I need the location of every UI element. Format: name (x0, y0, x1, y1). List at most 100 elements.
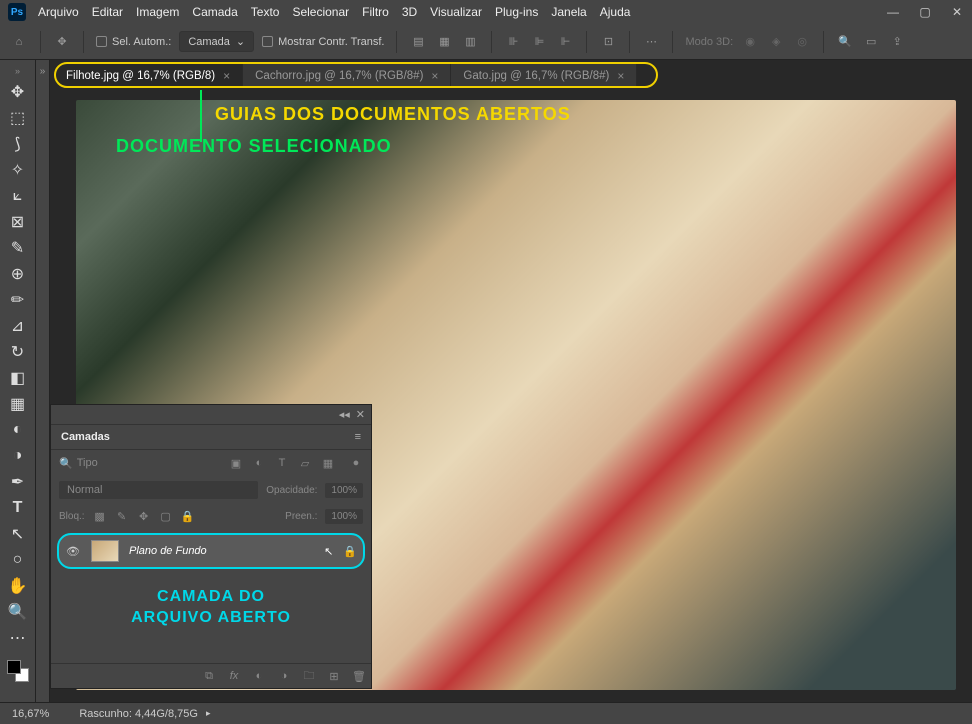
search-icon[interactable]: 🔍 (836, 33, 854, 51)
close-tab-icon[interactable]: × (431, 69, 438, 83)
filter-adjust-icon[interactable]: ◐ (252, 456, 266, 470)
move-tool-icon[interactable]: ✥ (53, 33, 71, 51)
menu-ajuda[interactable]: Ajuda (600, 5, 631, 19)
adjustment-layer-icon[interactable]: ◑ (277, 669, 291, 683)
eyedropper-tool[interactable]: ✎ (5, 236, 31, 260)
panel-menu-icon[interactable]: ≡ (345, 425, 371, 449)
layer-name[interactable]: Plano de Fundo (129, 545, 314, 557)
layer-background[interactable]: 👁 Plano de Fundo ↖ 🔒 (57, 533, 365, 569)
align-to-icon[interactable]: ⊡ (599, 33, 617, 51)
zoom-level[interactable]: 16,67% (12, 708, 49, 720)
magic-wand-tool[interactable]: ✧ (5, 158, 31, 182)
align-right-icon[interactable]: ▥ (461, 33, 479, 51)
distribute-v-icon[interactable]: ⊫ (530, 33, 548, 51)
eraser-tool[interactable]: ◧ (5, 366, 31, 390)
menu-3d[interactable]: 3D (402, 5, 417, 19)
lock-transparency-icon[interactable]: ▩ (93, 510, 107, 524)
clone-stamp-tool[interactable]: ⊿ (5, 314, 31, 338)
home-icon[interactable]: ⌂ (10, 33, 28, 51)
delete-layer-icon[interactable]: 🗑 (352, 669, 366, 683)
distribute-icon[interactable]: ⊩ (556, 33, 574, 51)
filter-shape-icon[interactable]: ▱ (298, 456, 312, 470)
group-icon[interactable]: 🗀 (302, 669, 316, 683)
close-button[interactable]: ✕ (950, 5, 964, 19)
menu-editar[interactable]: Editar (92, 5, 123, 19)
type-tool[interactable]: T (5, 496, 31, 520)
align-left-icon[interactable]: ▤ (409, 33, 427, 51)
align-center-icon[interactable]: ▦ (435, 33, 453, 51)
healing-brush-tool[interactable]: ⊕ (5, 262, 31, 286)
auto-select-checkbox[interactable]: Sel. Autom.: (96, 36, 171, 48)
menu-janela[interactable]: Janela (551, 5, 586, 19)
opacity-value[interactable]: 100% (325, 483, 363, 498)
visibility-icon[interactable]: 👁 (65, 545, 81, 558)
shape-tool[interactable]: ○ (5, 548, 31, 572)
menu-texto[interactable]: Texto (251, 5, 280, 19)
collapse-panel-icon[interactable]: ◂◂ (339, 408, 350, 421)
gradient-tool[interactable]: ▦ (5, 392, 31, 416)
tab-cachorro[interactable]: Cachorro.jpg @ 16,7% (RGB/8#) × (243, 64, 451, 88)
dodge-tool[interactable]: ◑ (5, 444, 31, 468)
lasso-tool[interactable]: ⟆ (5, 132, 31, 156)
close-tab-icon[interactable]: × (223, 69, 230, 83)
lock-all-icon[interactable]: 🔒 (181, 510, 195, 524)
menu-plugins[interactable]: Plug-ins (495, 5, 538, 19)
filter-type-icon[interactable]: T (275, 456, 289, 470)
layers-panel[interactable]: ◂◂ ✕ Camadas ≡ 🔍 Tipo ▣ ◐ T ▱ ▦ ● Normal… (50, 404, 372, 689)
hand-tool[interactable]: ✋ (5, 574, 31, 598)
layers-tab[interactable]: Camadas (51, 425, 120, 449)
zoom-tool[interactable]: 🔍 (5, 600, 31, 624)
lock-position-icon[interactable]: ✥ (137, 510, 151, 524)
zoom-3d-icon[interactable]: ◎ (793, 33, 811, 51)
filter-toggle-icon[interactable]: ● (349, 456, 363, 470)
layer-mask-icon[interactable]: ◐ (252, 669, 266, 683)
show-transform-checkbox[interactable]: Mostrar Contr. Transf. (262, 36, 384, 48)
layer-style-icon[interactable]: fx (227, 669, 241, 683)
move-tool[interactable]: ✥ (5, 80, 31, 104)
lock-artboard-icon[interactable]: ▢ (159, 510, 173, 524)
minimize-button[interactable]: — (886, 5, 900, 19)
pan-3d-icon[interactable]: ◈ (767, 33, 785, 51)
lock-icon[interactable]: 🔒 (343, 545, 357, 558)
edit-toolbar[interactable]: ⋯ (5, 626, 31, 650)
filter-type-dropdown[interactable]: 🔍 Tipo (59, 457, 221, 470)
tab-filhote[interactable]: Filhote.jpg @ 16,7% (RGB/8) × (54, 64, 243, 88)
workspace-icon[interactable]: ▭ (862, 33, 880, 51)
path-select-tool[interactable]: ↖ (5, 522, 31, 546)
menu-imagem[interactable]: Imagem (136, 5, 179, 19)
color-swatches[interactable] (7, 660, 29, 682)
marquee-tool[interactable]: ⬚ (5, 106, 31, 130)
menu-filtro[interactable]: Filtro (362, 5, 389, 19)
pen-tool[interactable]: ✒ (5, 470, 31, 494)
link-layers-icon[interactable]: ⧉ (202, 669, 216, 683)
close-tab-icon[interactable]: × (617, 69, 624, 83)
distribute-h-icon[interactable]: ⊪ (504, 33, 522, 51)
new-layer-icon[interactable]: ⊞ (327, 669, 341, 683)
scratch-info[interactable]: Rascunho: 4,44G/8,75G ▸ (79, 708, 210, 720)
close-panel-icon[interactable]: ✕ (356, 408, 365, 421)
crop-tool[interactable]: ⟀ (5, 184, 31, 208)
filter-pixel-icon[interactable]: ▣ (229, 456, 243, 470)
share-icon[interactable]: ⇪ (888, 33, 906, 51)
menu-camada[interactable]: Camada (192, 5, 237, 19)
frame-tool[interactable]: ⊠ (5, 210, 31, 234)
orbit-3d-icon[interactable]: ◉ (741, 33, 759, 51)
panel-expander[interactable]: » (36, 60, 50, 702)
history-brush-tool[interactable]: ↻ (5, 340, 31, 364)
layer-dropdown[interactable]: Camada ⌄ (179, 31, 254, 52)
menu-visualizar[interactable]: Visualizar (430, 5, 482, 19)
tab-gato[interactable]: Gato.jpg @ 16,7% (RGB/8#) × (451, 64, 637, 88)
blend-mode-dropdown[interactable]: Normal (59, 481, 258, 499)
lock-image-icon[interactable]: ✎ (115, 510, 129, 524)
fill-value[interactable]: 100% (325, 509, 363, 524)
cursor-icon: ↖ (324, 545, 333, 558)
blur-tool[interactable]: ◐ (5, 418, 31, 442)
collapse-icon[interactable]: » (15, 66, 20, 78)
brush-tool[interactable]: ✏ (5, 288, 31, 312)
filter-smart-icon[interactable]: ▦ (321, 456, 335, 470)
menu-arquivo[interactable]: Arquivo (38, 5, 79, 19)
more-options-icon[interactable]: ⋯ (642, 33, 660, 51)
maximize-button[interactable]: ▢ (918, 5, 932, 19)
menu-selecionar[interactable]: Selecionar (292, 5, 349, 19)
layer-thumbnail[interactable] (91, 540, 119, 562)
